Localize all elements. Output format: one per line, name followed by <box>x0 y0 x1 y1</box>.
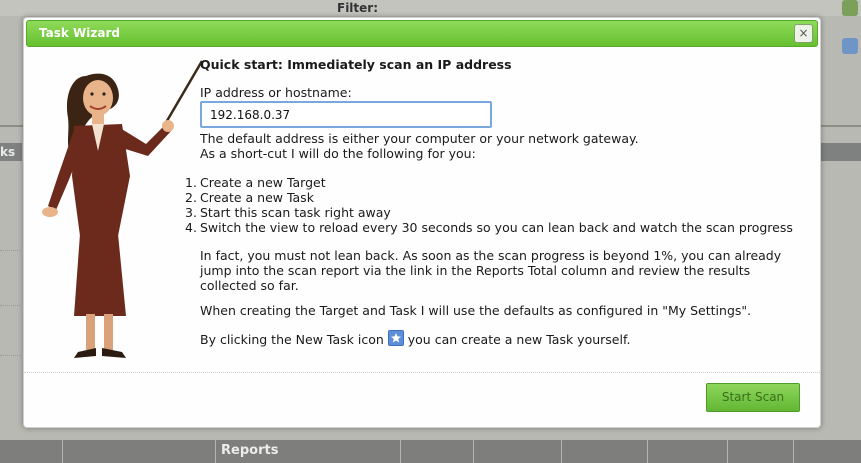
list-item: 2. Create a new Task <box>185 190 314 205</box>
refresh-icon[interactable] <box>842 0 858 16</box>
ip-address-input[interactable] <box>200 101 492 128</box>
presenter-illustration <box>42 60 204 358</box>
ip-address-label: IP address or hostname: <box>200 85 352 100</box>
start-scan-button[interactable]: Start Scan <box>706 383 800 412</box>
reports-column-header: Reports <box>221 443 279 458</box>
background-dots <box>0 250 20 252</box>
list-item: 3. Start this scan task right away <box>185 205 391 220</box>
new-task-icon[interactable] <box>387 330 404 346</box>
wizard-content: Quick start: Immediately scan an IP addr… <box>185 54 800 347</box>
intro-text-line2: As a short-cut I will do the following f… <box>200 146 476 161</box>
dialog-footer-divider <box>24 372 820 373</box>
task-wizard-dialog: Task Wizard × Quick start: Immediately s… <box>23 17 821 428</box>
intro-text-line1: The default address is either your compu… <box>200 131 639 146</box>
dialog-title-bar[interactable]: Task Wizard × <box>26 20 818 47</box>
background-dots <box>0 305 20 307</box>
dialog-title: Task Wizard <box>39 26 120 40</box>
new-task-hint: By clicking the New Task icon you can cr… <box>200 330 631 347</box>
wizard-heading: Quick start: Immediately scan an IP addr… <box>200 57 512 72</box>
close-button[interactable]: × <box>794 24 813 43</box>
new-task-icon-bg[interactable] <box>842 38 858 54</box>
lean-back-text: In fact, you must not lean back. As soon… <box>200 248 782 293</box>
list-item: 1. Create a new Target <box>185 175 326 190</box>
defaults-text: When creating the Target and Task I will… <box>200 303 752 318</box>
background-table-header <box>0 440 861 463</box>
background-top-bar <box>0 0 861 16</box>
tasks-tab-fragment: ks <box>0 143 22 161</box>
background-dots <box>0 355 20 357</box>
steps-list: 1. Create a new Target 2. Create a new Tas… <box>185 175 800 235</box>
filter-label: Filter: <box>337 1 379 15</box>
background-tab-right <box>820 143 861 161</box>
list-item: 4. Switch the view to reload every 30 sec… <box>185 220 793 235</box>
